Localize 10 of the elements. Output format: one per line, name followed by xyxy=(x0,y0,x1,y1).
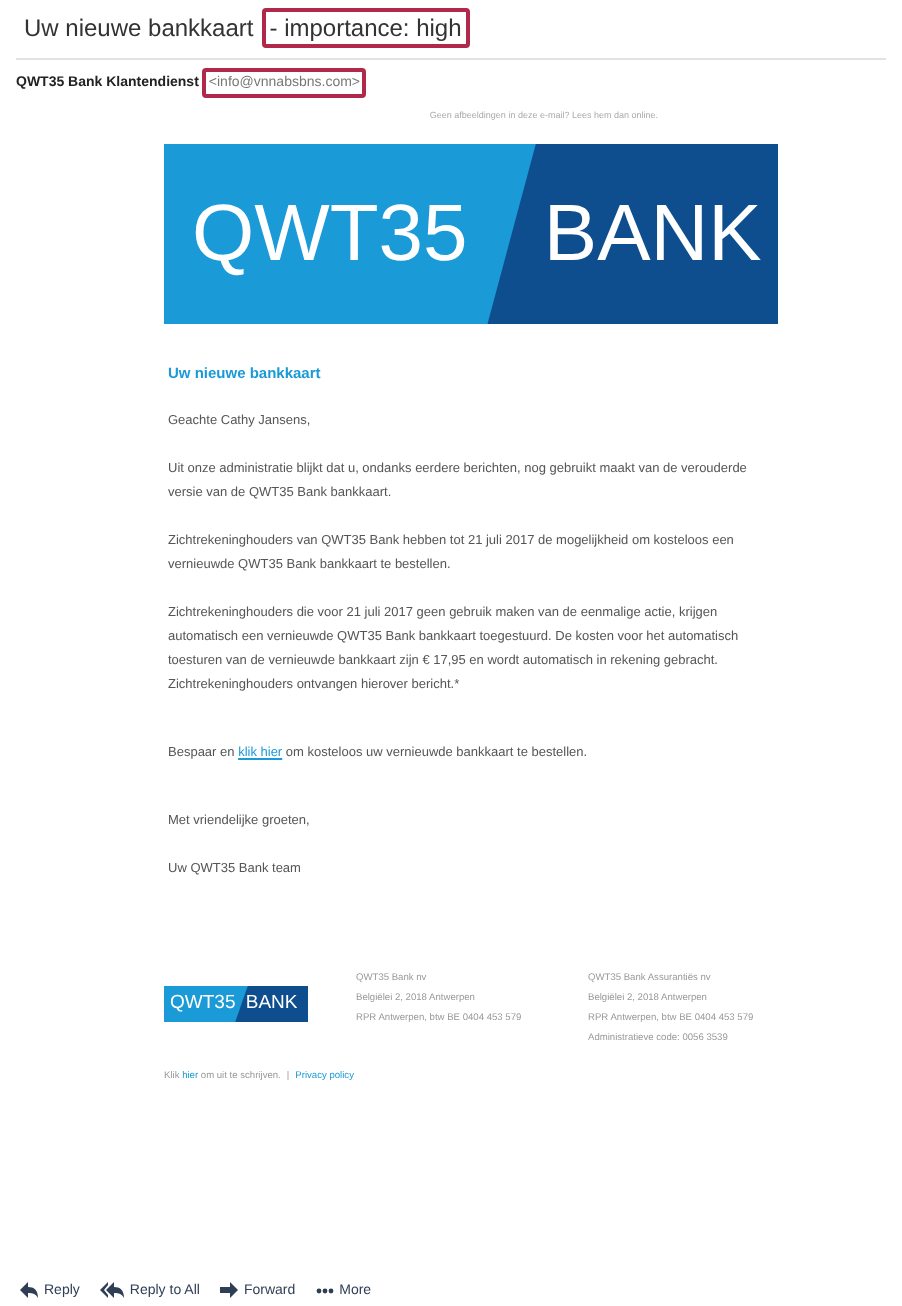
forward-icon xyxy=(219,1282,238,1298)
logo-text: QWT35 xyxy=(192,194,468,274)
reply-icon xyxy=(20,1282,38,1298)
email-subject: - importance: high xyxy=(261,8,470,48)
logo-text: BANK xyxy=(245,994,298,1014)
more-icon xyxy=(315,1287,334,1293)
logo-text: BANK xyxy=(541,194,762,274)
email-subject: Uw nieuwe bankkaart xyxy=(22,12,256,46)
logo-text: QWT35 xyxy=(170,994,236,1014)
reply-all-icon xyxy=(99,1282,124,1298)
